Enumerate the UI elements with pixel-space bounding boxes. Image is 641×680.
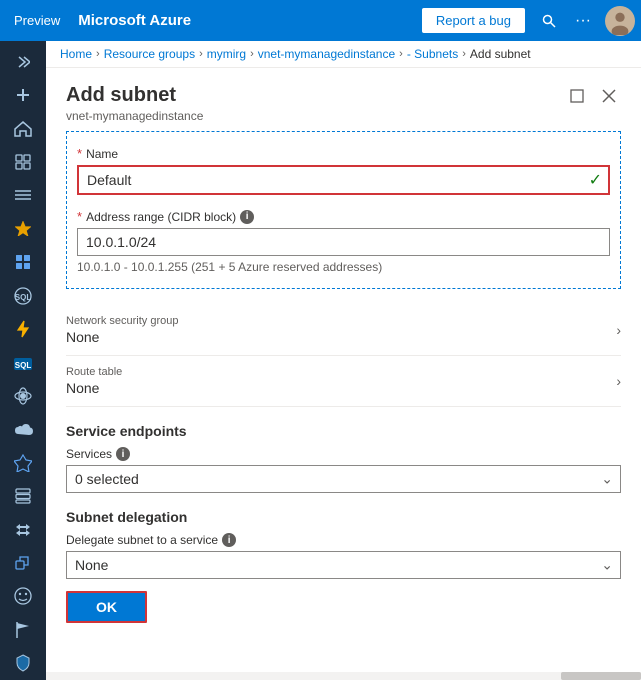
sidebar-item-flag[interactable] bbox=[0, 613, 46, 646]
sidebar-item-dashboard[interactable] bbox=[0, 145, 46, 178]
sidebar-item-lightning[interactable] bbox=[0, 312, 46, 345]
sidebar-item-cloud[interactable] bbox=[0, 413, 46, 446]
avatar[interactable] bbox=[605, 6, 635, 36]
services-label: Services i bbox=[66, 447, 621, 461]
sidebar-item-favorites[interactable] bbox=[0, 212, 46, 245]
main-layout: SQL SQL bbox=[0, 41, 641, 680]
sidebar-item-extension[interactable] bbox=[0, 546, 46, 579]
required-fields-section: * Name ✓ * Address range (CIDR block) bbox=[66, 131, 621, 289]
breadcrumb-sep-4: › bbox=[399, 48, 403, 60]
services-label-text: Services bbox=[66, 447, 112, 461]
breadcrumb-home[interactable]: Home bbox=[60, 47, 92, 61]
breadcrumb-vnet[interactable]: vnet-mymanagedinstance bbox=[258, 47, 395, 61]
svg-text:SQL: SQL bbox=[15, 361, 32, 370]
sidebar-item-sql2[interactable]: SQL bbox=[0, 346, 46, 379]
preview-label: Preview bbox=[14, 13, 60, 28]
panel-body: * Name ✓ * Address range (CIDR block) bbox=[46, 131, 641, 647]
ok-button[interactable]: OK bbox=[66, 591, 147, 623]
delegate-label-text: Delegate subnet to a service bbox=[66, 533, 218, 547]
address-range-label: * Address range (CIDR block) i bbox=[77, 209, 610, 224]
route-table-label: Route table bbox=[66, 366, 122, 378]
preview-button[interactable]: Preview bbox=[0, 0, 74, 41]
top-nav: Preview Microsoft Azure Report a bug ··· bbox=[0, 0, 641, 41]
address-range-field-group: * Address range (CIDR block) i 10.0.1.0 … bbox=[77, 209, 610, 274]
address-info-icon[interactable]: i bbox=[240, 210, 254, 224]
address-range-label-text: Address range (CIDR block) bbox=[86, 210, 236, 224]
sidebar-item-home[interactable] bbox=[0, 112, 46, 145]
panel-title: Add subnet bbox=[66, 84, 203, 107]
search-icon[interactable] bbox=[533, 5, 565, 37]
services-field-group: Services i 0 selected ⌄ bbox=[66, 447, 621, 493]
name-label-text: Name bbox=[86, 147, 118, 161]
service-endpoints-heading: Service endpoints bbox=[66, 423, 621, 439]
breadcrumb-resource-groups[interactable]: Resource groups bbox=[104, 47, 195, 61]
input-valid-icon: ✓ bbox=[589, 170, 602, 190]
sidebar-item-arrows[interactable] bbox=[0, 513, 46, 546]
breadcrumb-sep-1: › bbox=[96, 48, 100, 60]
sidebar-item-collapse[interactable] bbox=[0, 45, 46, 78]
route-table-section-row[interactable]: Route table None › bbox=[66, 356, 621, 407]
sidebar-item-shield[interactable] bbox=[0, 647, 46, 680]
sidebar-item-all-services[interactable] bbox=[0, 179, 46, 212]
breadcrumb-sep-3: › bbox=[250, 48, 254, 60]
services-info-icon[interactable]: i bbox=[116, 447, 130, 461]
panel-title-block: Add subnet vnet-mymanagedinstance bbox=[66, 84, 203, 123]
maximize-icon[interactable] bbox=[565, 84, 589, 108]
nsg-label: Network security group bbox=[66, 315, 179, 327]
subnet-delegation-heading: Subnet delegation bbox=[66, 509, 621, 525]
address-hint-text: 10.0.1.0 - 10.0.1.255 (251 + 5 Azure res… bbox=[77, 260, 610, 274]
panel-subtitle: vnet-mymanagedinstance bbox=[66, 109, 203, 123]
close-icon[interactable] bbox=[597, 84, 621, 108]
breadcrumb-sep-2: › bbox=[199, 48, 203, 60]
report-bug-button[interactable]: Report a bug bbox=[422, 8, 525, 33]
app-title: Microsoft Azure bbox=[74, 12, 422, 29]
services-dropdown-wrapper: 0 selected ⌄ bbox=[66, 465, 621, 493]
content-area: Home › Resource groups › mymirg › vnet-m… bbox=[46, 41, 641, 680]
svg-text:SQL: SQL bbox=[15, 293, 32, 302]
address-range-input[interactable] bbox=[77, 228, 610, 256]
nsg-content: Network security group None bbox=[66, 315, 179, 345]
nsg-section-row[interactable]: Network security group None › bbox=[66, 305, 621, 356]
top-nav-icons: ··· bbox=[533, 5, 599, 37]
sidebar-item-create[interactable] bbox=[0, 78, 46, 111]
delegate-info-icon[interactable]: i bbox=[222, 533, 236, 547]
name-input-wrapper: ✓ bbox=[77, 165, 610, 195]
sidebar-item-face[interactable] bbox=[0, 580, 46, 613]
route-table-content: Route table None bbox=[66, 366, 122, 396]
sidebar-item-storage[interactable] bbox=[0, 479, 46, 512]
name-field-group: * Name ✓ bbox=[77, 146, 610, 195]
sidebar-item-marketplace[interactable] bbox=[0, 246, 46, 279]
name-field-label: * Name bbox=[77, 146, 610, 161]
scroll-thumb[interactable] bbox=[561, 672, 641, 680]
delegate-dropdown-wrapper: None ⌄ bbox=[66, 551, 621, 579]
sidebar-item-partner[interactable] bbox=[0, 446, 46, 479]
name-input[interactable] bbox=[77, 165, 610, 195]
breadcrumb-sep-5: › bbox=[462, 48, 466, 60]
services-dropdown[interactable]: 0 selected bbox=[66, 465, 621, 493]
breadcrumb-mymirg[interactable]: mymirg bbox=[207, 47, 246, 61]
delegate-label: Delegate subnet to a service i bbox=[66, 533, 621, 547]
route-table-value: None bbox=[66, 380, 122, 396]
breadcrumb: Home › Resource groups › mymirg › vnet-m… bbox=[46, 41, 641, 68]
delegate-field-group: Delegate subnet to a service i None ⌄ bbox=[66, 533, 621, 579]
scroll-indicator bbox=[46, 672, 641, 680]
delegate-dropdown[interactable]: None bbox=[66, 551, 621, 579]
name-required-star: * bbox=[77, 146, 82, 161]
nsg-chevron-icon: › bbox=[616, 322, 621, 338]
address-required-star: * bbox=[77, 209, 82, 224]
panel-header-icons bbox=[565, 84, 621, 108]
sidebar-item-orbit[interactable] bbox=[0, 379, 46, 412]
breadcrumb-add-subnet: Add subnet bbox=[470, 47, 531, 61]
panel: Add subnet vnet-mymanagedinstance bbox=[46, 68, 641, 672]
sidebar-item-sql[interactable]: SQL bbox=[0, 279, 46, 312]
ok-btn-area: OK bbox=[66, 579, 621, 627]
nsg-value: None bbox=[66, 329, 179, 345]
breadcrumb-subnets[interactable]: - Subnets bbox=[407, 47, 458, 61]
sidebar: SQL SQL bbox=[0, 41, 46, 680]
route-table-chevron-icon: › bbox=[616, 373, 621, 389]
panel-header: Add subnet vnet-mymanagedinstance bbox=[46, 68, 641, 131]
more-options-icon[interactable]: ··· bbox=[567, 5, 599, 37]
